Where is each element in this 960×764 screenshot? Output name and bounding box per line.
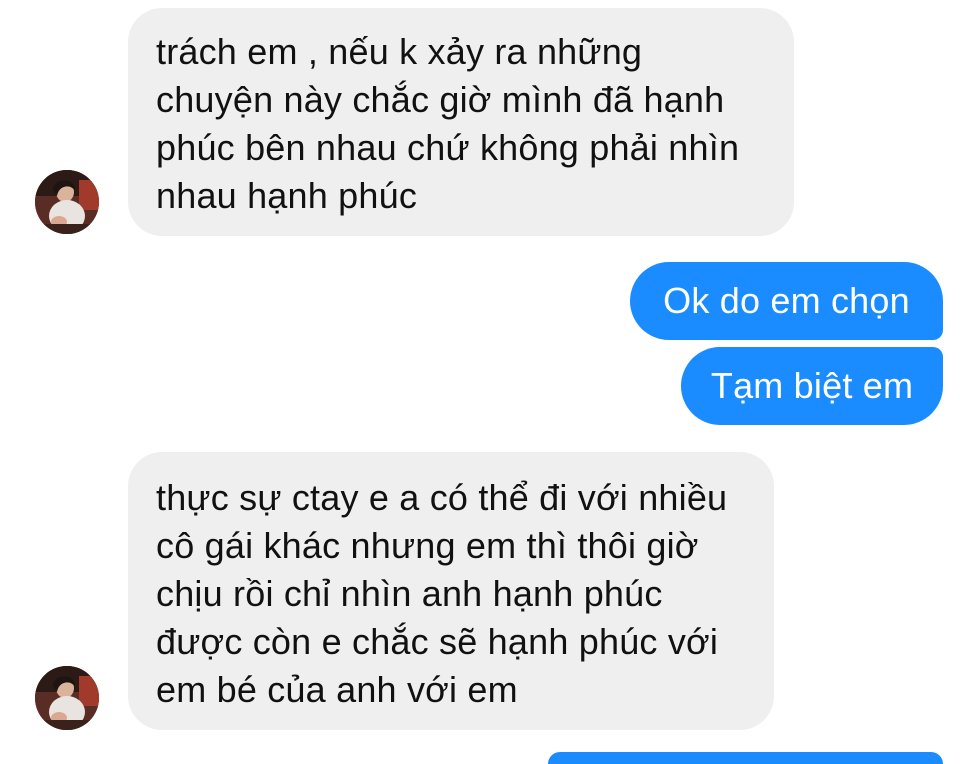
contact-avatar[interactable]: [35, 666, 99, 730]
message-text: Tạm biệt em: [710, 365, 914, 406]
message-text-line: em bé của anh với em: [156, 669, 518, 710]
message-text-line: nhau hạnh phúc: [156, 175, 418, 216]
message-thread: trách em , nếu k xảy ra những chuyện này…: [0, 0, 960, 764]
message-text-line: được còn e chắc sẽ hạnh phúc với: [156, 621, 719, 662]
incoming-message-bubble[interactable]: thực sự ctay e a có thể đi với nhiều cô …: [128, 452, 774, 730]
avatar-photo-icon: [35, 170, 99, 234]
incoming-message-bubble[interactable]: trách em , nếu k xảy ra những chuyện này…: [128, 8, 794, 236]
contact-avatar[interactable]: [35, 170, 99, 234]
outgoing-message-bubble-partial[interactable]: [548, 752, 943, 764]
message-text-line: thực sự ctay e a có thể đi với nhiều: [156, 477, 728, 518]
message-text-line: chuyện này chắc giờ mình đã hạnh: [156, 79, 725, 120]
outgoing-message-bubble[interactable]: Ok do em chọn: [630, 262, 943, 340]
avatar-photo-icon: [35, 666, 99, 730]
message-text-line: cô gái khác nhưng em thì thôi giờ: [156, 525, 699, 566]
outgoing-message-bubble[interactable]: Tạm biệt em: [681, 347, 943, 425]
message-text-line: trách em , nếu k xảy ra những: [156, 31, 643, 72]
message-text: Ok do em chọn: [663, 280, 910, 321]
message-text-line: chịu rồi chỉ nhìn anh hạnh phúc: [156, 573, 663, 614]
message-text-line: phúc bên nhau chứ không phải nhìn: [156, 127, 740, 168]
